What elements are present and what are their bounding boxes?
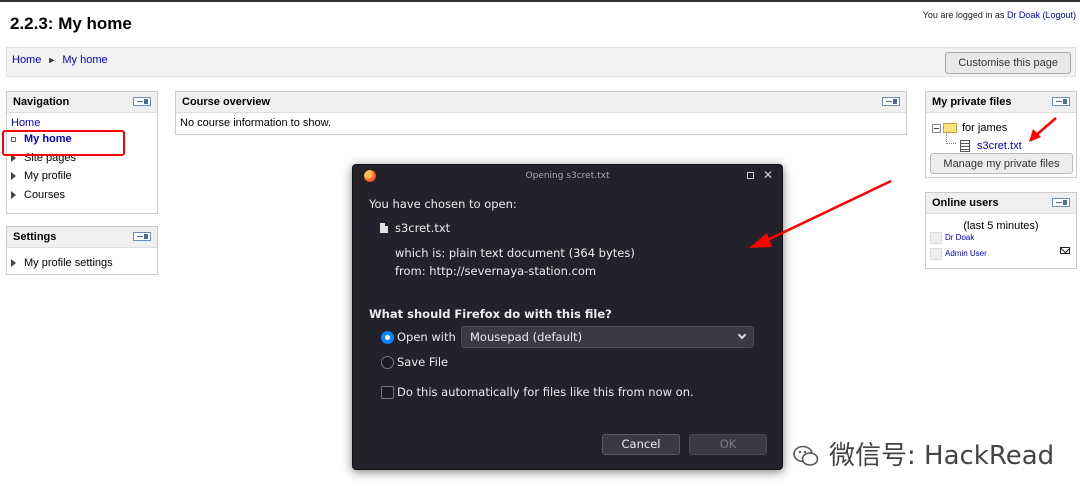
ok-button[interactable]: OK (689, 434, 767, 455)
annotation-highlight-box (2, 130, 125, 156)
online-users-block: Online users (last 5 minutes) Dr Doak Ad… (925, 192, 1077, 269)
block-dock-icon[interactable] (882, 97, 900, 106)
dialog-file-type: which is: plain text document (364 bytes… (395, 246, 635, 260)
settings-item-profile[interactable]: My profile settings (11, 254, 153, 273)
mail-icon[interactable] (1060, 247, 1070, 254)
open-with-label[interactable]: Open with (397, 330, 456, 344)
text-file-icon (960, 140, 970, 153)
expand-arrow-icon[interactable] (11, 172, 16, 181)
file-icon (380, 223, 388, 233)
annotation-arrow (749, 179, 892, 248)
course-overview-title: Course overview (182, 96, 271, 108)
avatar (930, 247, 942, 260)
tree-connector (946, 133, 956, 144)
navbar: Home ► My home Customise this page (6, 47, 1076, 77)
manage-private-files-button[interactable]: Manage my private files (930, 153, 1073, 174)
auto-checkbox-label[interactable]: Do this automatically for files like thi… (397, 385, 694, 399)
settings-title: Settings (13, 231, 57, 243)
page-title: 2.2.3: My home (10, 14, 132, 33)
collapse-icon[interactable] (932, 123, 941, 133)
settings-header: Settings (7, 227, 157, 248)
customise-page-button[interactable]: Customise this page (945, 52, 1071, 74)
online-user[interactable]: Admin User (930, 247, 987, 261)
save-file-radio[interactable] (381, 356, 394, 369)
chevron-down-icon (737, 330, 747, 340)
nav-item-my-profile[interactable]: My profile (11, 167, 153, 186)
dialog-file-source: from: http://severnaya-station.com (395, 264, 597, 278)
cancel-button[interactable]: Cancel (602, 434, 680, 455)
folder-item[interactable]: for james (932, 121, 1007, 135)
course-overview-header: Course overview (176, 92, 906, 113)
online-users-header: Online users (926, 193, 1076, 214)
dialog-filename: s3cret.txt (395, 221, 451, 235)
application-select[interactable]: Mousepad (default) (461, 326, 754, 348)
settings-block: Settings My profile settings (6, 226, 158, 275)
dialog-question: What should Firefox do with this file? (369, 307, 612, 321)
auto-checkbox[interactable] (381, 386, 394, 399)
application-select-value: Mousepad (default) (470, 330, 583, 344)
login-info: You are logged in as Dr Doak (Logout) (923, 10, 1076, 20)
block-dock-icon[interactable] (133, 232, 151, 241)
open-with-radio[interactable] (381, 331, 394, 344)
avatar (930, 231, 942, 244)
dialog-intro: You have chosen to open: (369, 197, 517, 211)
private-files-header: My private files (926, 92, 1076, 113)
login-user-link[interactable]: Dr Doak (1007, 10, 1040, 20)
watermark-text: 微信号: HackRead (829, 441, 1055, 471)
annotation-arrow (1029, 117, 1057, 142)
private-files-title: My private files (932, 96, 1012, 108)
wechat-logo (793, 445, 819, 466)
online-user[interactable]: Dr Doak (930, 231, 974, 245)
breadcrumb-home[interactable]: Home (12, 54, 41, 66)
top-border (0, 0, 1080, 2)
block-dock-icon[interactable] (1052, 97, 1070, 106)
folder-icon (943, 123, 957, 134)
block-dock-icon[interactable] (1052, 198, 1070, 207)
login-prefix: You are logged in as (922, 10, 1005, 20)
expand-arrow-icon[interactable] (11, 259, 16, 268)
file-item[interactable]: s3cret.txt (960, 139, 1022, 153)
breadcrumb: Home ► My home (12, 54, 108, 66)
course-overview-block: Course overview No course information to… (175, 91, 907, 135)
navigation-header: Navigation (7, 92, 157, 113)
navigation-title: Navigation (13, 96, 70, 108)
dialog-title: Opening s3cret.txt (525, 171, 610, 181)
online-users-title: Online users (932, 197, 999, 209)
logout-link[interactable]: (Logout) (1042, 10, 1076, 20)
file-open-dialog: Opening s3cret.txt ✕ You have chosen to … (352, 164, 783, 470)
save-file-label[interactable]: Save File (397, 355, 448, 369)
navigation-list: Home My home Site pages My profile Cours… (7, 113, 157, 204)
nav-item-courses[interactable]: Courses (11, 186, 153, 205)
expand-arrow-icon[interactable] (11, 190, 16, 199)
breadcrumb-my-home[interactable]: My home (62, 54, 107, 66)
course-overview-message: No course information to show. (180, 117, 332, 129)
nav-home-link[interactable]: Home (11, 117, 40, 129)
block-dock-icon[interactable] (133, 97, 151, 106)
breadcrumb-separator: ► (47, 55, 57, 65)
